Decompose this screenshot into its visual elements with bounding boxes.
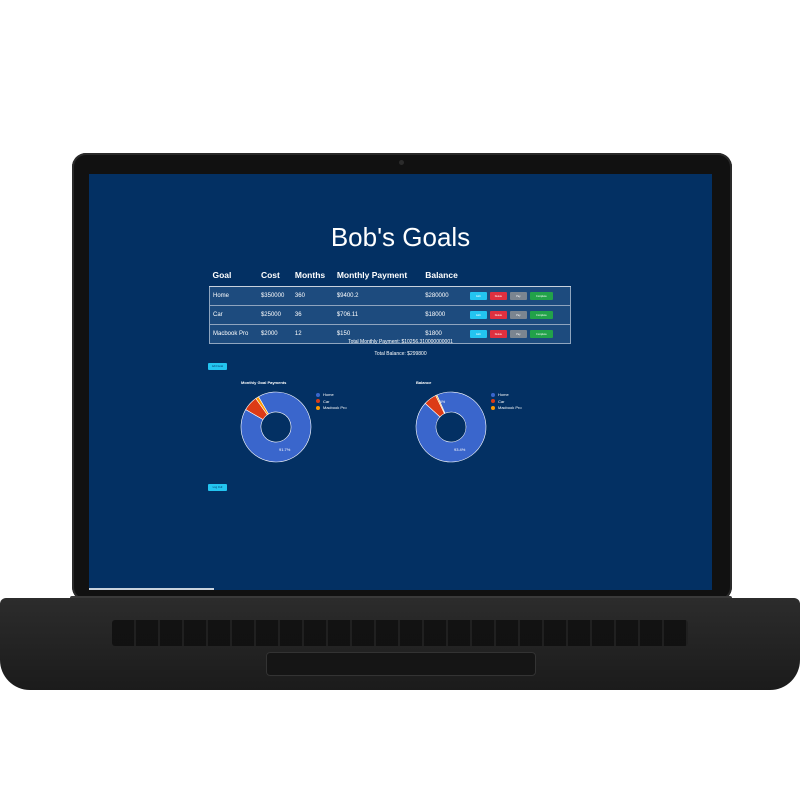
cell-months: 36 [291,305,334,325]
legend-item-car: Car [491,399,522,404]
laptop-screen: Bob's Goals Goal Cost Months Monthly Pay… [89,174,712,590]
add-goal-button[interactable]: Add Goal [208,363,227,370]
table-row: Car $25000 36 $706.11 $18000 Edit Delete… [208,305,571,325]
table-row: Home $350000 360 $9400.2 $280000 Edit De… [208,286,571,306]
chart-legend-balance: Home Car Macbook Pro [491,392,522,412]
cell-goal: Home [208,286,258,306]
laptop-keyboard [112,620,688,646]
legend-label-macbook: Macbook Pro [323,405,347,410]
legend-label-car: Car [323,398,330,404]
pay-button[interactable]: Pay [509,330,527,338]
total-monthly-payment: Total Monthly Payment: $10256.3100000000… [348,339,453,345]
legend-item-car: Car [316,399,347,404]
page-title: Bob's Goals [330,222,471,252]
cell-actions: Edit Delete Pay Complete [466,305,571,325]
header-balance: Balance [422,266,467,287]
complete-button[interactable]: Complete [529,330,553,338]
horizontal-scrollbar[interactable] [89,588,214,590]
legend-label-car: Car [498,398,505,404]
edit-button[interactable]: Edit [469,330,487,338]
header-months: Months [291,266,334,287]
legend-dot-car [491,399,495,403]
complete-button[interactable]: Complete [529,292,553,300]
balance-donut-chart: 93.4% 6% [415,391,487,463]
legend-dot-macbook [316,405,320,410]
cell-goal: Car [208,305,258,325]
header-actions [466,266,571,287]
monthly-payments-donut-chart: 91.7% [240,391,312,463]
legend-dot-macbook [491,405,495,410]
legend-label-macbook: Macbook Pro [498,405,522,410]
complete-button[interactable]: Complete [529,311,553,319]
legend-dot-home [316,392,320,397]
legend-item-macbook: Macbook Pro [316,405,347,410]
delete-button[interactable]: Delete [489,292,507,300]
legend-dot-home [491,392,495,397]
edit-button[interactable]: Edit [469,311,487,319]
cell-actions: Edit Delete Pay Complete [466,286,571,306]
header-cost: Cost [257,266,292,287]
chart-title-monthly: Monthly Goal Payments [241,380,287,385]
log-out-button[interactable]: Log Out [208,484,227,491]
legend-dot-car [316,399,320,403]
delete-button[interactable]: Delete [489,330,507,338]
chart-title-balance: Balance [416,380,432,385]
legend-label-home: Home [498,392,509,397]
camera-icon [399,160,404,165]
pay-button[interactable]: Pay [509,311,527,319]
legend-label-home: Home [323,392,334,397]
slice-label-home: 91.7% [279,447,291,452]
legend-item-home: Home [316,392,347,397]
chart-legend-monthly: Home Car Macbook Pro [316,392,347,412]
total-balance: Total Balance: $299800 [374,351,427,357]
cell-cost: $25000 [257,305,292,325]
laptop-touchpad [266,652,536,676]
laptop-lid: Bob's Goals Goal Cost Months Monthly Pay… [72,153,732,601]
donut-slices [240,391,312,463]
header-goal: Goal [209,266,258,287]
cell-cost: $350000 [257,286,292,306]
cell-monthly-payment: $706.11 [333,305,423,325]
cell-months: 360 [291,286,334,306]
donut-slices [415,391,487,463]
slice-label-home: 93.4% [454,447,466,452]
edit-button[interactable]: Edit [469,292,487,300]
pay-button[interactable]: Pay [509,292,527,300]
header-monthly-payment: Monthly Payment [333,266,423,287]
cell-balance: $18000 [422,305,467,325]
legend-item-macbook: Macbook Pro [491,405,522,410]
table-header-row: Goal Cost Months Monthly Payment Balance [209,266,571,287]
goals-table: Goal Cost Months Monthly Payment Balance… [208,266,571,344]
slice-label-car: 6% [440,400,445,404]
cell-balance: $280000 [422,286,467,306]
delete-button[interactable]: Delete [489,311,507,319]
cell-monthly-payment: $9400.2 [333,286,423,306]
legend-item-home: Home [491,392,522,397]
